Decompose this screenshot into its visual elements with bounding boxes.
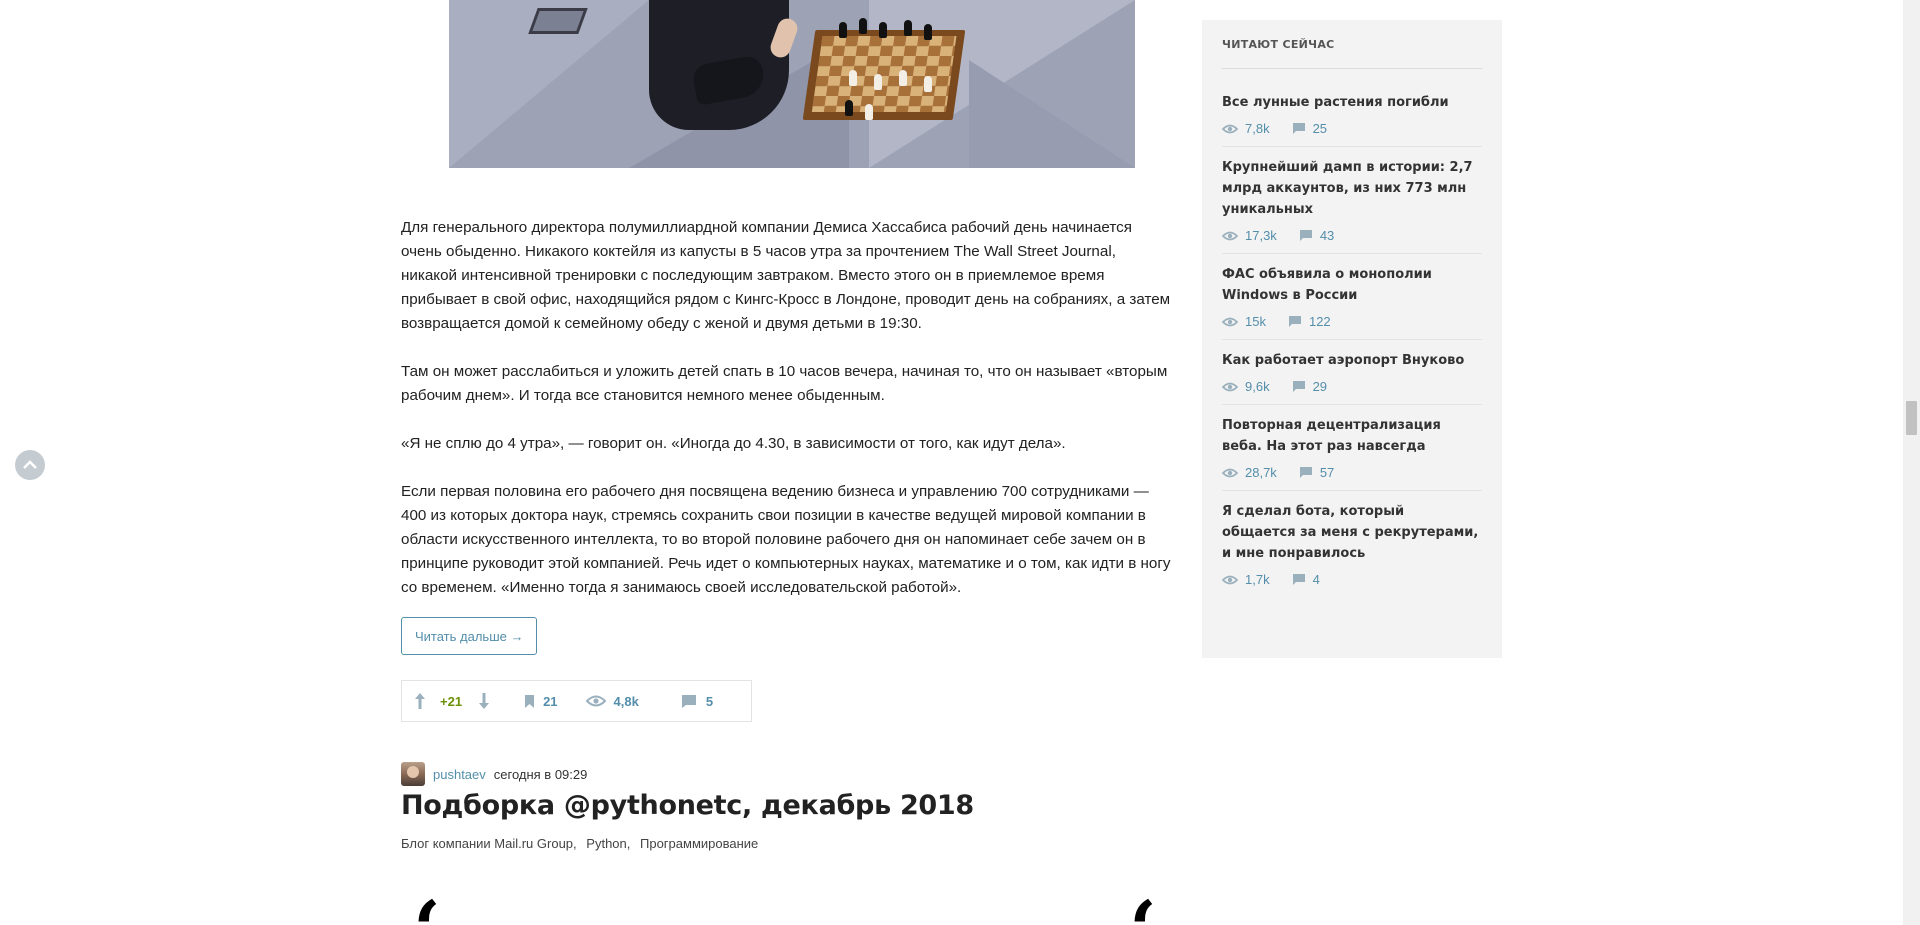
article-image: [449, 0, 1135, 168]
reading-now-sidebar: ЧИТАЮТ СЕЙЧАС Все лунные растения погибл…: [1202, 20, 1502, 658]
comment-icon: [1288, 316, 1301, 327]
views-count: 28,7k: [1245, 465, 1277, 480]
post-time: сегодня в 09:29: [493, 766, 588, 782]
comment-icon: [1299, 467, 1312, 478]
article-body: Для генерального директора полумиллиардн…: [401, 216, 1173, 624]
sidebar-post-link[interactable]: Я сделал бота, который общается за меня …: [1222, 501, 1482, 564]
author-link[interactable]: pushtaev: [433, 767, 486, 782]
arrow-up-icon: [415, 693, 425, 709]
read-more-button[interactable]: Читать дальше →: [401, 617, 538, 655]
comments-count: 25: [1312, 121, 1328, 136]
eye-icon: [1222, 468, 1238, 477]
sidebar-title: ЧИТАЮТ СЕЙЧАС: [1222, 38, 1482, 69]
hub-link-programming[interactable]: Программирование: [640, 836, 758, 851]
views-count: 15k: [1245, 314, 1266, 329]
list-item: Я сделал бота, который общается за меня …: [1222, 491, 1482, 597]
page: Для генерального директора полумиллиардн…: [0, 0, 1920, 925]
bookmark-button[interactable]: 21: [524, 693, 558, 709]
list-item: Повторная децентрализация веба. На этот …: [1222, 405, 1482, 491]
list-item: Крупнейший дамп в истории: 2,7 млрд акка…: [1222, 147, 1482, 254]
article-paragraph: «Я не сплю до 4 утра», — говорит он. «Ин…: [401, 435, 1066, 452]
views-counter: 4,8k: [585, 693, 639, 709]
comments-count: 4: [1312, 572, 1320, 587]
hub-link-mailru[interactable]: Блог компании Mail.ru Group,: [401, 836, 577, 851]
comment-icon: [681, 694, 696, 708]
eye-icon: [585, 695, 606, 707]
comment-icon: [1299, 230, 1312, 241]
scroll-to-top-button[interactable]: [15, 450, 45, 480]
views-count: 17,3k: [1245, 228, 1277, 243]
page-scrollbar[interactable]: [1903, 0, 1920, 925]
comments-count: 43: [1319, 228, 1335, 243]
post-hubs: Блог компании Mail.ru Group, Python, Про…: [401, 836, 764, 851]
vote-down-button[interactable]: [478, 692, 490, 710]
comments-link[interactable]: 5: [681, 694, 713, 709]
vote-up-button[interactable]: [414, 692, 426, 710]
comments-count: 29: [1312, 379, 1328, 394]
article-paragraph: Там он может расслабиться и уложить дете…: [401, 363, 1168, 404]
eye-icon: [1222, 382, 1238, 391]
eye-icon: [1222, 231, 1238, 240]
bookmark-count: 21: [543, 693, 558, 709]
sidebar-post-link[interactable]: ФАС объявила о монополии Windows в Росси…: [1222, 264, 1482, 306]
post-score: +21: [440, 693, 463, 709]
eye-icon: [1222, 317, 1238, 326]
list-item: ФАС объявила о монополии Windows в Росси…: [1222, 254, 1482, 340]
chevron-up-icon: [23, 460, 37, 469]
views-count: 4,8k: [613, 693, 639, 709]
eye-icon: [1222, 575, 1238, 584]
article-paragraph: Если первая половина его рабочего дня по…: [401, 483, 1171, 596]
comments-count: 57: [1319, 465, 1335, 480]
arrow-down-icon: [479, 693, 490, 709]
list-item: Все лунные растения погибли 7,8k 25: [1222, 82, 1482, 147]
views-count: 9,6k: [1245, 379, 1270, 394]
post-title[interactable]: Подборка @pythonetc, декабрь 2018: [401, 790, 974, 821]
comment-icon: [1292, 574, 1305, 585]
comments-count: 122: [1308, 314, 1331, 329]
avatar[interactable]: [401, 762, 425, 786]
hub-link-python[interactable]: Python,: [586, 836, 630, 851]
sidebar-post-link[interactable]: Все лунные растения погибли: [1222, 92, 1482, 113]
quote-mark-left: ‘: [413, 890, 441, 925]
views-count: 7,8k: [1245, 121, 1270, 136]
sidebar-post-link[interactable]: Повторная децентрализация веба. На этот …: [1222, 415, 1482, 457]
article-paragraph: Для генерального директора полумиллиардн…: [401, 219, 1171, 332]
scrollbar-thumb[interactable]: [1906, 401, 1917, 435]
post-stats-bar: +21 21 4,8k 5: [401, 680, 752, 722]
sidebar-post-link[interactable]: Крупнейший дамп в истории: 2,7 млрд акка…: [1222, 157, 1482, 220]
comment-icon: [1292, 123, 1305, 134]
sidebar-list: Все лунные растения погибли 7,8k 25 Круп…: [1222, 82, 1482, 597]
comments-count: 5: [705, 693, 714, 709]
comment-icon: [1292, 381, 1305, 392]
list-item: Как работает аэропорт Внуково 9,6k 29: [1222, 340, 1482, 405]
eye-icon: [1222, 124, 1238, 133]
sidebar-post-link[interactable]: Как работает аэропорт Внуково: [1222, 350, 1482, 371]
views-count: 1,7k: [1245, 572, 1270, 587]
post-meta: pushtaev сегодня в 09:29: [401, 762, 587, 786]
quote-mark-right: ‘: [1129, 890, 1157, 925]
bookmark-icon: [525, 694, 535, 708]
